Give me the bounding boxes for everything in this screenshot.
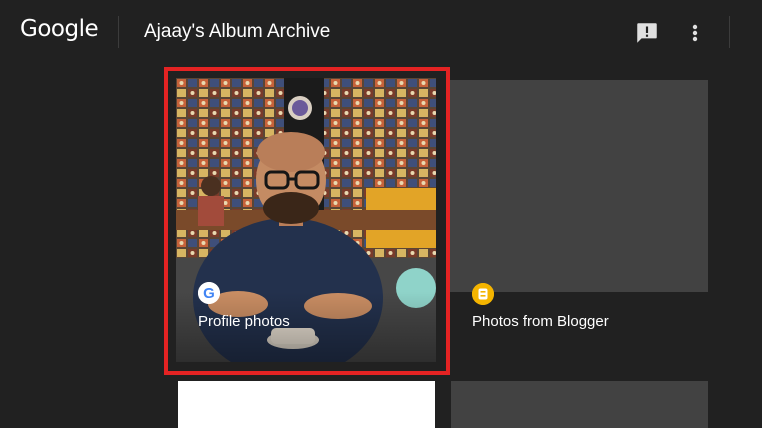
header-divider-right	[729, 16, 730, 48]
album-card-profile-photos[interactable]: G Profile photos	[176, 78, 436, 362]
album-label: Profile photos	[198, 313, 290, 330]
more-vert-icon	[692, 24, 698, 42]
feedback-icon	[637, 23, 657, 43]
album-card[interactable]	[451, 381, 708, 428]
page-title: Ajaay's Album Archive	[144, 21, 331, 42]
top-app-bar: Google Ajaay's Album Archive	[0, 0, 762, 64]
blogger-icon	[472, 283, 494, 305]
more-options-button[interactable]	[684, 20, 706, 46]
album-card-blogger[interactable]	[450, 80, 708, 292]
google-g-icon: G	[198, 282, 220, 304]
google-logo[interactable]: Google	[20, 16, 99, 42]
album-label: Photos from Blogger	[472, 313, 609, 330]
feedback-button[interactable]	[634, 20, 660, 46]
svg-text:G: G	[203, 285, 215, 302]
header-divider	[118, 16, 119, 48]
album-card[interactable]	[178, 381, 435, 428]
